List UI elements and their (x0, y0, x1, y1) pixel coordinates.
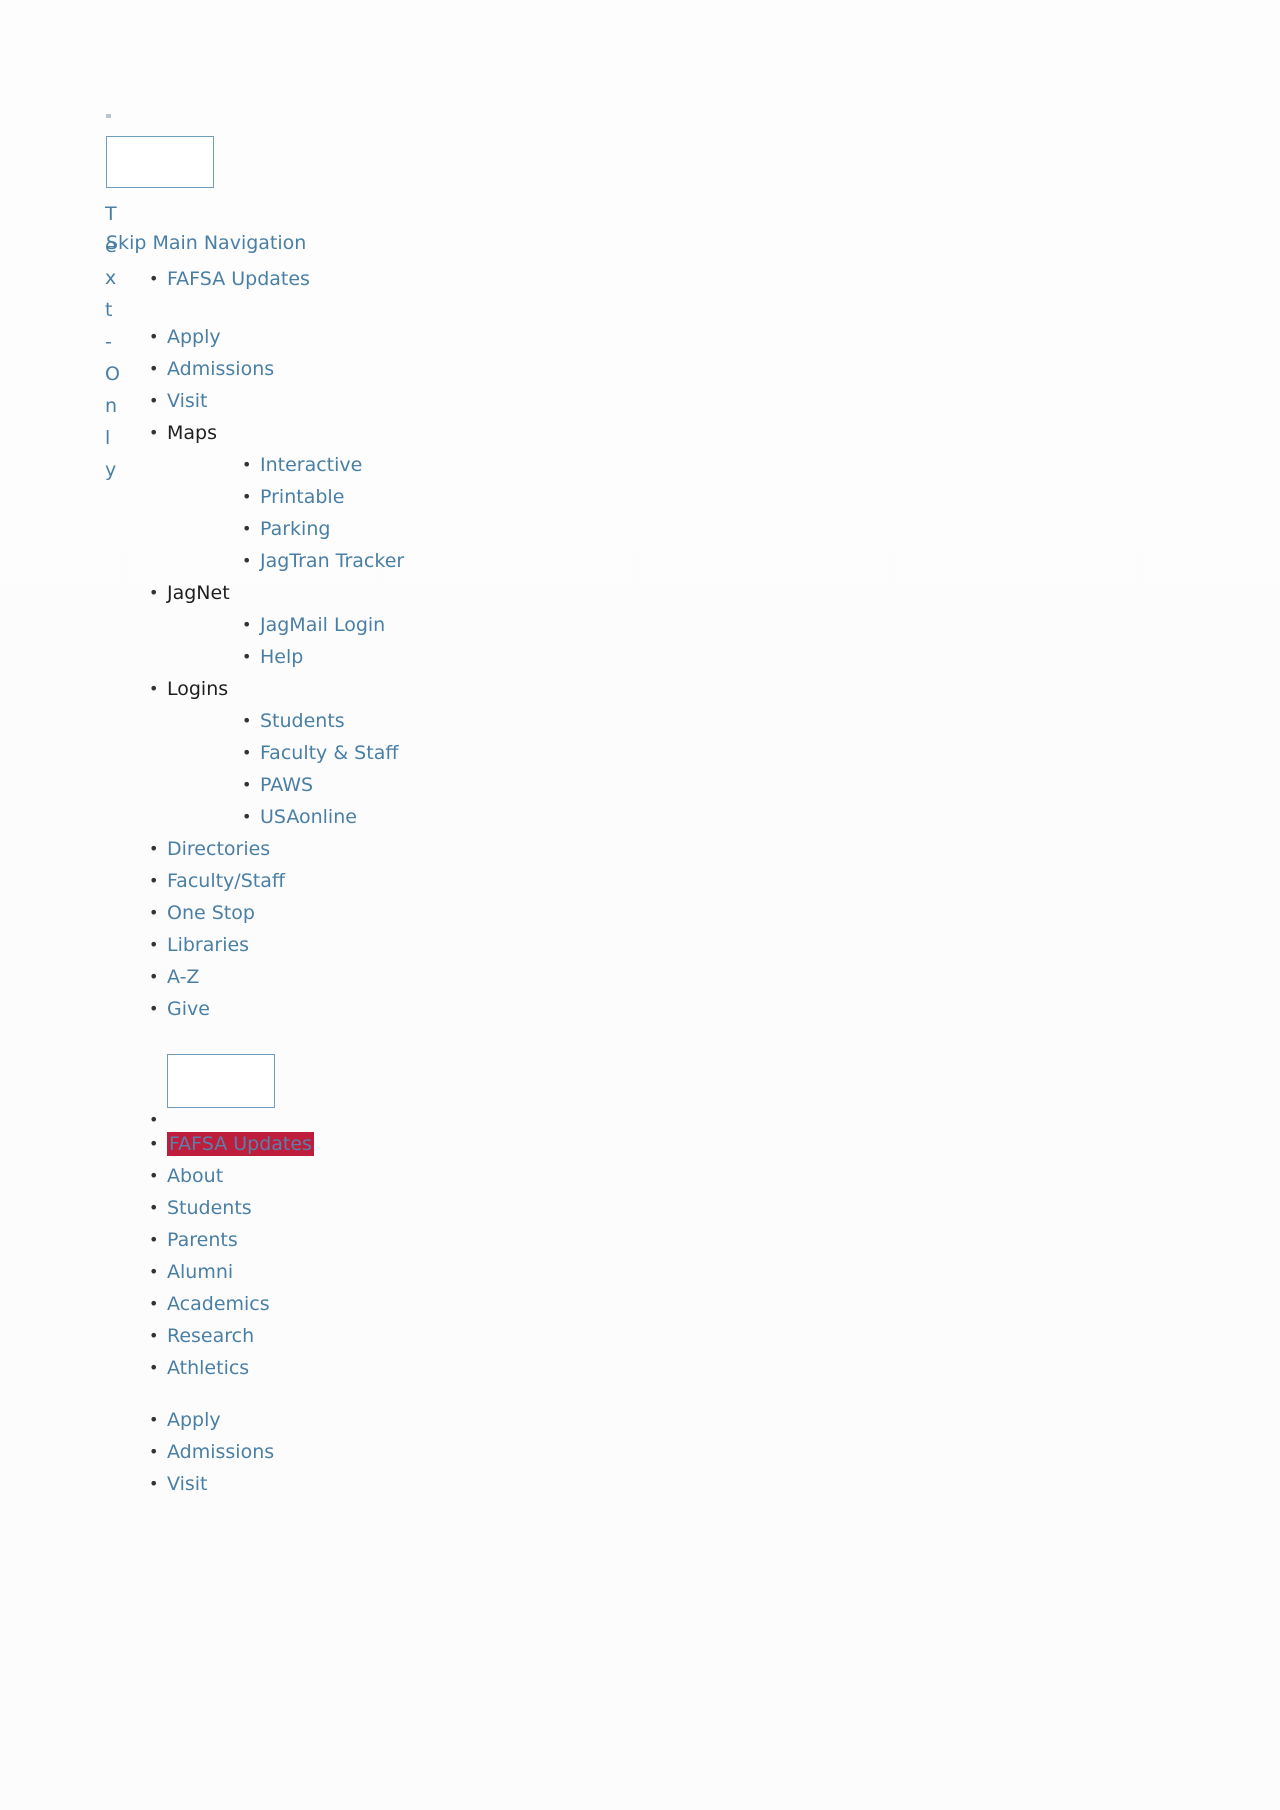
nav-link-interactive[interactable]: Interactive (260, 454, 362, 476)
nav-item-fafsa-updates[interactable]: FAFSA Updates (140, 1128, 740, 1160)
nav-group-label-logins: Logins (167, 678, 229, 700)
nav-link-a-z[interactable]: A-Z (167, 966, 199, 988)
nav-item-alumni[interactable]: Alumni (140, 1256, 740, 1288)
nav-link-parking[interactable]: Parking (260, 518, 330, 540)
nav-item-students[interactable]: Students (140, 1192, 740, 1224)
nav-item-usaonline[interactable]: USAonline (233, 801, 740, 833)
nav-item-a-z[interactable]: A-Z (140, 961, 740, 993)
nav-item-paws[interactable]: PAWS (233, 769, 740, 801)
skip-main-navigation-link[interactable]: Skip Main Navigation (106, 231, 306, 255)
nav-item-printable[interactable]: Printable (233, 481, 740, 513)
nav-item-jagmail-login[interactable]: JagMail Login (233, 609, 740, 641)
nav-group-label-maps: Maps (167, 422, 217, 444)
nav-link-admissions[interactable]: Admissions (167, 1441, 274, 1463)
nav-link-students[interactable]: Students (260, 710, 345, 732)
nav-item-interactive[interactable]: Interactive (233, 449, 740, 481)
nav-link-directories[interactable]: Directories (167, 838, 270, 860)
nav-item-athletics[interactable]: Athletics (140, 1352, 740, 1384)
cta-nav-list: Apply Admissions Visit (140, 1404, 740, 1500)
nav-item-faculty-staff[interactable]: Faculty & Staff (233, 737, 740, 769)
top-empty-box[interactable] (106, 136, 214, 188)
nav-item-logins: Logins Students Faculty & Staff PAWS USAonli… (140, 673, 740, 833)
nav-link-paws[interactable]: PAWS (260, 774, 313, 796)
nav-link-fafsa-updates[interactable]: FAFSA Updates (167, 268, 310, 290)
nav-item-apply[interactable]: Apply (140, 1404, 740, 1436)
nav-link-about[interactable]: About (167, 1165, 223, 1187)
nav-link-parents[interactable]: Parents (167, 1229, 238, 1251)
nav-item-parking[interactable]: Parking (233, 513, 740, 545)
text-only-char-7: l (105, 427, 111, 449)
text-only-char-4: - (105, 331, 112, 353)
nav-item-admissions[interactable]: Admissions (140, 1436, 740, 1468)
nav-link-jagmail-login[interactable]: JagMail Login (260, 614, 385, 636)
nav-item-give[interactable]: Give (140, 993, 740, 1025)
nav-link-one-stop[interactable]: One Stop (167, 902, 255, 924)
nav-item-parents[interactable]: Parents (140, 1224, 740, 1256)
nav-link-visit[interactable]: Visit (167, 390, 208, 412)
nav-item-maps: Maps Interactive Printable Parking JagTran T… (140, 417, 740, 577)
nav-sublist-maps: Interactive Printable Parking JagTran Track… (167, 449, 740, 577)
nav-link-research[interactable]: Research (167, 1325, 254, 1347)
nav-link-students[interactable]: Students (167, 1197, 252, 1219)
nav-item-jagtran-tracker[interactable]: JagTran Tracker (233, 545, 740, 577)
audience-nav-list: FAFSA Updates About Students Parents Alumni A… (140, 1128, 740, 1384)
text-only-char-6: n (105, 395, 118, 417)
nav-item-academics[interactable]: Academics (140, 1288, 740, 1320)
nav-link-visit[interactable]: Visit (167, 1473, 208, 1495)
nav-link-help[interactable]: Help (260, 646, 303, 668)
nav-item-libraries[interactable]: Libraries (140, 929, 740, 961)
nav-item-faculty-staff[interactable]: Faculty/Staff (140, 865, 740, 897)
nav-sublist-jagnet: JagMail Login Help (167, 609, 740, 673)
nav-item-admissions[interactable]: Admissions (140, 353, 740, 385)
nav-link-faculty-staff[interactable]: Faculty & Staff (260, 742, 398, 764)
nav-item-visit[interactable]: Visit (140, 385, 740, 417)
nav-item-one-stop[interactable]: One Stop (140, 897, 740, 929)
nav-link-faculty-staff[interactable]: Faculty/Staff (167, 870, 285, 892)
nav-item-visit[interactable]: Visit (140, 1468, 740, 1500)
audience-navigation: FAFSA Updates About Students Parents Alumni A… (140, 1128, 740, 1384)
nav-item-fafsa-updates[interactable]: FAFSA Updates (140, 263, 740, 295)
nav-link-give[interactable]: Give (167, 998, 210, 1020)
cta-navigation: Apply Admissions Visit (140, 1404, 740, 1500)
nav-link-fafsa-updates[interactable]: FAFSA Updates (167, 1132, 314, 1156)
page-root: Text-Only Skip Main Navigation FAFSA Upd… (0, 0, 1280, 1810)
nav-link-printable[interactable]: Printable (260, 486, 344, 508)
primary-nav-list: FAFSA Updates Apply Admissions Visit Maps Int… (140, 263, 740, 1175)
nav-link-libraries[interactable]: Libraries (167, 934, 249, 956)
primary-navigation: FAFSA Updates Apply Admissions Visit Maps Int… (140, 263, 740, 1175)
search-input-box[interactable] (167, 1053, 275, 1108)
nav-group-label-jagnet: JagNet (167, 582, 230, 604)
nav-item-directories[interactable]: Directories (140, 833, 740, 865)
text-only-char-5: O (105, 363, 120, 385)
text-only-char-2: x (105, 267, 117, 289)
nav-link-academics[interactable]: Academics (167, 1293, 270, 1315)
text-only-char-3: t (105, 299, 113, 321)
nav-item-apply[interactable]: Apply (140, 321, 740, 353)
text-only-char-8: y (105, 459, 117, 481)
nav-item-primary-item-13 (140, 1025, 740, 1175)
nav-item-jagnet: JagNet JagMail Login Help (140, 577, 740, 673)
top-marker (106, 114, 111, 118)
nav-item-help[interactable]: Help (233, 641, 740, 673)
nav-link-jagtran-tracker[interactable]: JagTran Tracker (260, 550, 404, 572)
nav-sublist-logins: Students Faculty & Staff PAWS USAonline (167, 705, 740, 833)
nav-link-apply[interactable]: Apply (167, 326, 221, 348)
nav-item-about[interactable]: About (140, 1160, 740, 1192)
nav-link-athletics[interactable]: Athletics (167, 1357, 249, 1379)
nav-link-usaonline[interactable]: USAonline (260, 806, 357, 828)
nav-item-research[interactable]: Research (140, 1320, 740, 1352)
nav-link-apply[interactable]: Apply (167, 1409, 221, 1431)
nav-item-students[interactable]: Students (233, 705, 740, 737)
text-only-char-0: T (105, 203, 117, 225)
nav-link-admissions[interactable]: Admissions (167, 358, 274, 380)
nav-link-alumni[interactable]: Alumni (167, 1261, 233, 1283)
